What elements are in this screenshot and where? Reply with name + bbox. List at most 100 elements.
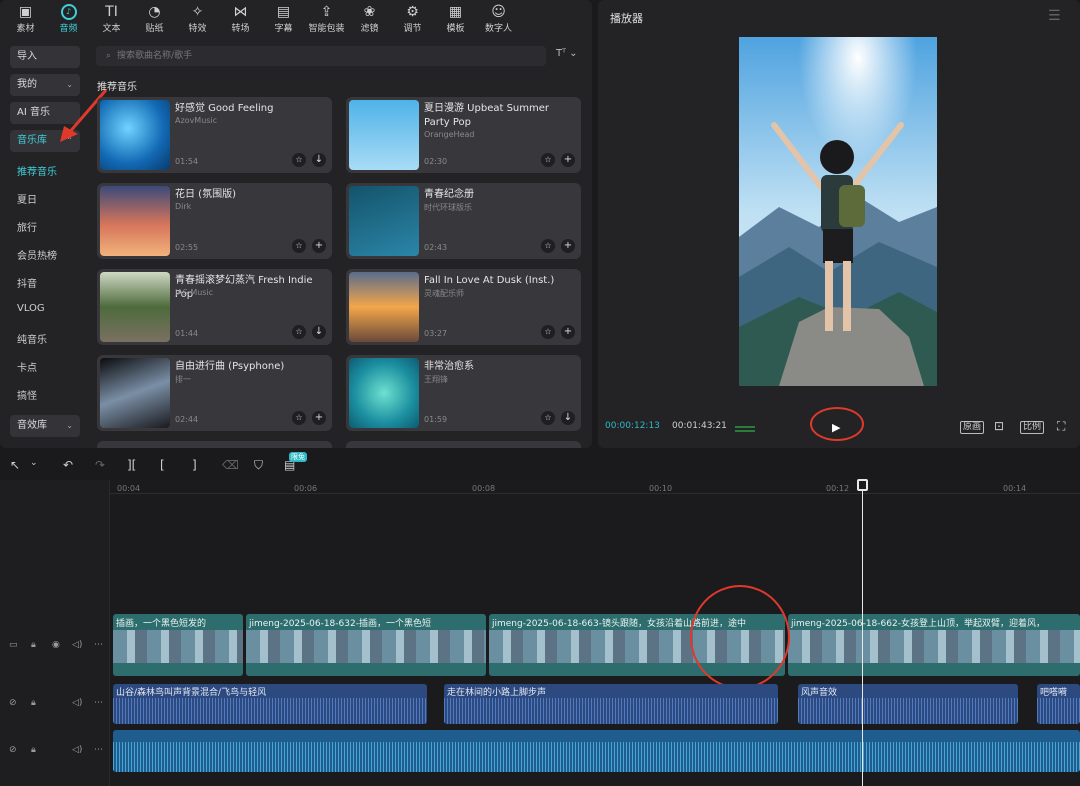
star-icon[interactable]: ☆ <box>292 153 306 167</box>
search-input[interactable]: ⌕ 搜索歌曲名称/歌手 <box>96 46 546 66</box>
more-icon[interactable]: ⋯ <box>94 640 103 650</box>
tool-caption[interactable]: ▤ 字幕 <box>262 0 305 38</box>
volume-icon[interactable]: ◁) <box>72 745 82 755</box>
tool-smart-pack[interactable]: ⇪ 智能包装 <box>305 0 348 38</box>
add-icon[interactable]: + <box>561 325 575 339</box>
song-title: 青春纪念册 <box>424 189 474 200</box>
sidebar-item-travel[interactable]: 旅行 <box>17 219 37 234</box>
delete-icon[interactable]: ⌫ <box>222 458 239 472</box>
aspect-ratio-button[interactable]: 比例 <box>1020 421 1045 434</box>
add-icon[interactable]: + <box>561 153 575 167</box>
eye-icon[interactable]: ◉ <box>52 640 60 650</box>
download-icon[interactable]: ↓ <box>561 411 575 425</box>
song-card[interactable]: 青春摇滚梦幻蒸汽 Fresh Indie Pop JAS Music 01:44… <box>97 269 332 345</box>
download-icon[interactable]: ↓ <box>312 325 326 339</box>
song-card[interactable]: 自由进行曲 (Psyphone) 排一 02:44 ☆ + <box>97 355 332 431</box>
adjust-icon: ⚙ <box>406 3 419 20</box>
song-card[interactable]: 好感觉 Good Feeling AzovMusic 01:54 ☆ ↓ <box>97 97 332 173</box>
video-clip[interactable]: jimeng-2025-06-18-662-女孩登上山顶，举起双臂，迎着风， <box>788 614 1080 676</box>
song-title: 好感觉 Good Feeling <box>175 103 274 114</box>
download-icon[interactable]: ↓ <box>312 153 326 167</box>
tool-sticker[interactable]: ◔ 贴纸 <box>133 0 176 38</box>
filter-button[interactable]: Tᵀ ⌄ <box>556 48 578 59</box>
lock-icon[interactable]: 🔒︎ <box>31 698 36 708</box>
smart-pack-icon: ⇪ <box>320 3 333 20</box>
song-card[interactable]: 夏日漫游 Upbeat Summer Party Pop OrangeHead … <box>346 97 581 173</box>
more-icon[interactable]: ⋯ <box>94 698 103 708</box>
video-clip[interactable]: 插画，一个黑色短发的 <box>113 614 243 676</box>
song-duration: 01:59 <box>424 415 448 424</box>
lock-icon[interactable]: 🔒︎ <box>31 745 36 755</box>
fullscreen-crop-icon[interactable]: ⊡ <box>992 420 1006 432</box>
sidebar-item-summer[interactable]: 夏日 <box>17 191 37 206</box>
sidebar-item-vip-chart[interactable]: 会员热榜 <box>17 247 57 262</box>
tool-transition[interactable]: ⋈ 转场 <box>219 0 262 38</box>
song-card[interactable]: 花日 (氛围版) Dirk 02:55 ☆ + <box>97 183 332 259</box>
import-button[interactable]: 导入 <box>10 46 80 68</box>
cover-icon[interactable]: ▭ <box>9 640 18 650</box>
playhead[interactable] <box>862 480 863 786</box>
audio-clip[interactable]: 风声音效 <box>798 684 1018 724</box>
audio-clip[interactable]: 吧嗒嗬 <box>1037 684 1080 724</box>
star-icon[interactable]: ☆ <box>541 411 555 425</box>
tool-adjust[interactable]: ⚙ 调节 <box>391 0 434 38</box>
sidebar-item-beat[interactable]: 卡点 <box>17 359 37 374</box>
add-icon[interactable]: + <box>561 239 575 253</box>
song-card[interactable]: 青春纪念册 时代环球版乐 02:43 ☆ + <box>346 183 581 259</box>
split-icon[interactable]: ][ <box>127 458 136 472</box>
audio-clip[interactable]: 山谷/森林鸟叫声背景混合/飞鸟与轻风 <box>113 684 427 724</box>
original-quality-button[interactable]: 原画 <box>960 421 985 434</box>
sidebar-item-pure-music[interactable]: 纯音乐 <box>17 331 47 346</box>
volume-icon[interactable]: ◁) <box>72 640 82 650</box>
trim-left-icon[interactable]: [ <box>160 458 165 472</box>
tool-audio[interactable]: ♪ 音频 <box>47 0 90 38</box>
sound-effects-label: 音效库 <box>17 420 47 431</box>
trim-right-icon[interactable]: ] <box>192 458 197 472</box>
star-icon[interactable]: ☆ <box>292 325 306 339</box>
redo-icon[interactable]: ↷ <box>95 458 105 472</box>
audio-clip[interactable]: 走在林间的小路上脚步声 <box>444 684 778 724</box>
tool-filter[interactable]: ❀ 滤镜 <box>348 0 391 38</box>
sidebar-item-douyin[interactable]: 抖音 <box>17 275 37 290</box>
video-preview[interactable] <box>739 37 937 386</box>
audio-waveform <box>1037 698 1080 724</box>
tool-text[interactable]: TI 文本 <box>90 0 133 38</box>
tool-effects[interactable]: ✧ 特效 <box>176 0 219 38</box>
music-clip[interactable] <box>113 730 1080 772</box>
fullscreen-icon[interactable]: ⛶ <box>1055 420 1067 432</box>
tool-template[interactable]: ▦ 模板 <box>434 0 477 38</box>
star-icon[interactable]: ☆ <box>292 411 306 425</box>
chevron-down-icon[interactable]: ⌄ <box>30 458 38 468</box>
tool-media[interactable]: ▣ 素材 <box>4 0 47 38</box>
add-icon[interactable]: + <box>312 411 326 425</box>
lock-icon[interactable]: 🔒︎ <box>31 640 36 650</box>
import-label: 导入 <box>17 51 37 62</box>
add-icon[interactable]: + <box>312 239 326 253</box>
star-icon[interactable]: ☆ <box>541 239 555 253</box>
video-clip[interactable]: jimeng-2025-06-18-632-插画，一个黑色短 <box>246 614 486 676</box>
volume-icon[interactable]: ◁) <box>72 698 82 708</box>
song-card[interactable]: 非常治愈系 王翔锋 01:59 ☆ ↓ <box>346 355 581 431</box>
sidebar-item-recommended[interactable]: 推荐音乐 <box>17 163 57 178</box>
undo-icon[interactable]: ↶ <box>63 458 73 472</box>
clip-label: 插画，一个黑色短发的 <box>116 619 207 629</box>
ruler-tick: 00:08 <box>472 484 496 493</box>
select-icon[interactable]: ↖ <box>10 458 20 472</box>
sidebar-item-funny[interactable]: 搞怪 <box>17 387 37 402</box>
shield-icon[interactable]: ⛉ <box>254 458 263 473</box>
star-icon[interactable]: ☆ <box>541 153 555 167</box>
sound-effects-dropdown[interactable]: 音效库 ⌄ <box>10 415 80 437</box>
music-library-label: 音乐库 <box>17 135 47 146</box>
audio-waveform <box>444 698 778 724</box>
star-icon[interactable]: ☆ <box>292 239 306 253</box>
caption-icon: ▤ <box>276 3 291 20</box>
menu-icon[interactable]: ☰ <box>1048 8 1061 24</box>
audio-icon: ♪ <box>60 4 77 20</box>
playhead-handle[interactable] <box>857 479 868 491</box>
song-card[interactable]: Fall In Love At Dusk (Inst.) 灵魂配乐师 03:27… <box>346 269 581 345</box>
more-icon[interactable]: ⋯ <box>94 745 103 755</box>
tool-digital-human[interactable]: ☺ 数字人 <box>477 0 520 38</box>
star-icon[interactable]: ☆ <box>541 325 555 339</box>
time-ruler[interactable] <box>110 480 1080 494</box>
sidebar-item-vlog[interactable]: VLOG <box>17 303 45 314</box>
